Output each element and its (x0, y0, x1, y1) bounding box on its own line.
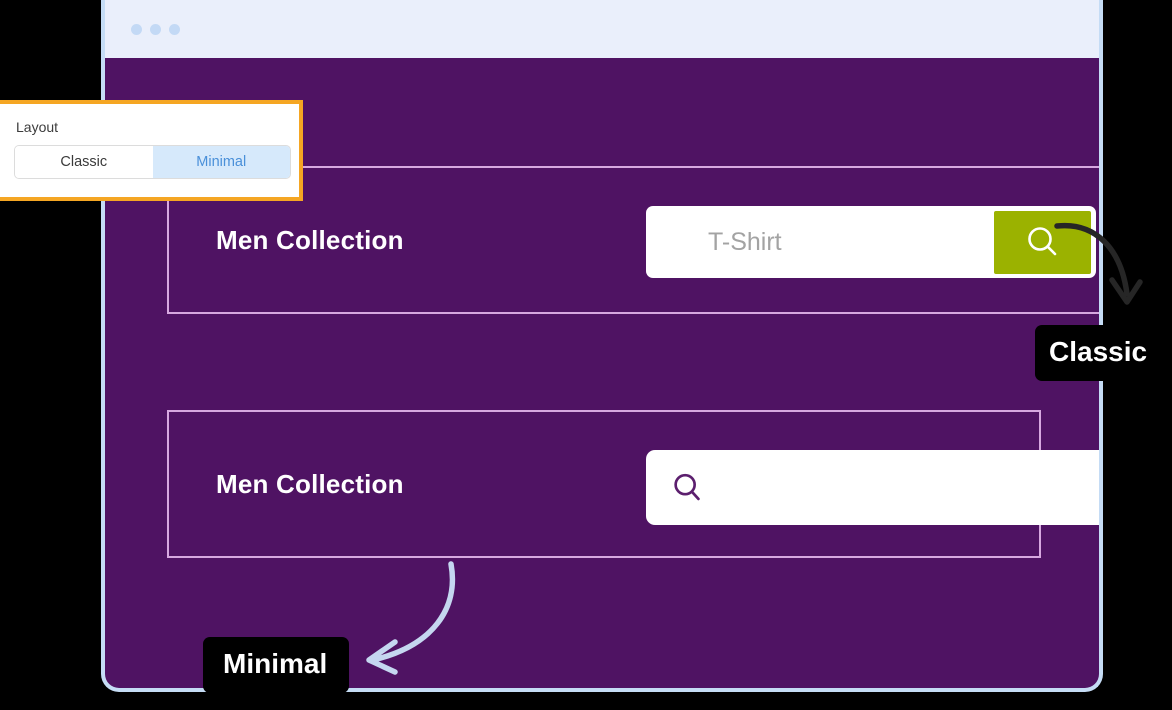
search-button-classic[interactable] (994, 210, 1091, 274)
search-icon (1027, 227, 1056, 256)
layout-option-classic-label: Classic (60, 154, 108, 170)
layout-popover-label: Layout (16, 119, 59, 135)
collection-title-classic: Men Collection (216, 224, 404, 255)
callout-classic-label: Classic (1049, 336, 1148, 367)
search-bar-minimal[interactable] (646, 450, 1099, 525)
callout-minimal-label: Minimal (223, 648, 328, 679)
window-dot-1[interactable] (131, 23, 142, 35)
callout-minimal: Minimal (203, 637, 350, 693)
window-dot-3[interactable] (169, 23, 180, 35)
window-dot-2[interactable] (150, 23, 161, 35)
collection-title-minimal: Men Collection (216, 468, 404, 499)
layout-popover: Layout Classic Minimal (0, 100, 303, 201)
layout-option-classic[interactable]: Classic (15, 146, 153, 178)
search-placeholder-classic: T-Shirt (708, 227, 782, 256)
preview-card-classic: Men Collection T-Shirt (167, 166, 1099, 314)
search-icon-wrap-minimal (669, 469, 707, 507)
callout-classic: Classic (1035, 325, 1166, 381)
layout-option-minimal-label: Minimal (196, 154, 247, 170)
layout-segmented-control[interactable]: Classic Minimal (14, 145, 291, 179)
search-icon (674, 473, 700, 500)
screenshot-root: Men Collection T-Shirt Men Collection Cl… (0, 0, 1172, 710)
search-bar-classic[interactable]: T-Shirt (646, 206, 1096, 278)
layout-option-minimal[interactable]: Minimal (152, 146, 290, 178)
preview-card-minimal: Men Collection (167, 410, 1099, 558)
browser-titlebar (105, 0, 1099, 58)
